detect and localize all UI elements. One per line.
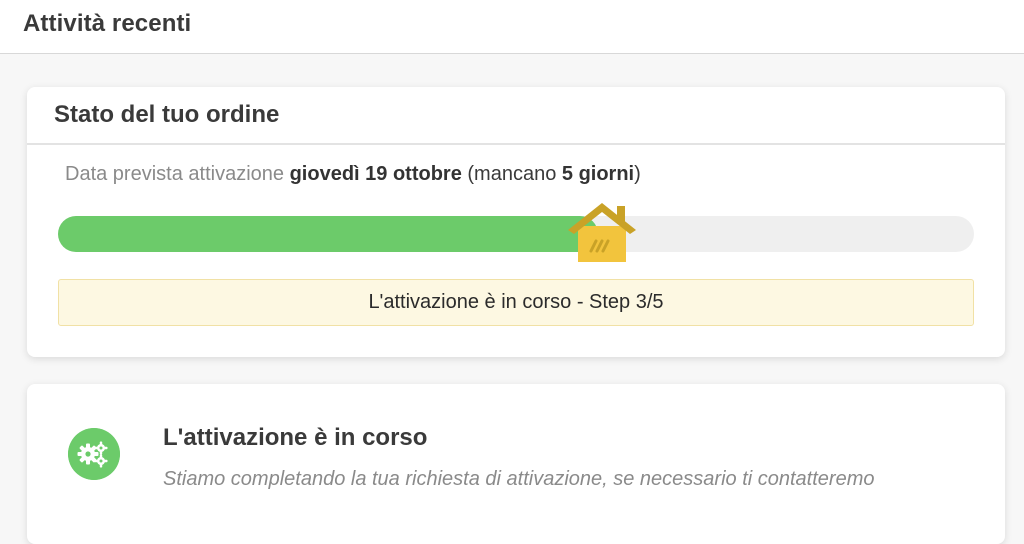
activity-title: L'attivazione è in corso [163, 424, 428, 451]
remaining-close: ) [634, 163, 641, 185]
house-icon [568, 203, 636, 262]
page-title: Attività recenti [23, 10, 192, 37]
gears-icon [68, 428, 120, 480]
activity-card: L'attivazione è in corso Stiamo completa… [27, 384, 1005, 544]
progress-bar [58, 216, 974, 252]
progress-fill [58, 216, 598, 252]
order-status-card: Stato del tuo ordine Data prevista attiv… [27, 87, 1005, 357]
page-header: Attività recenti [0, 0, 1024, 54]
remaining-days: 5 giorni [561, 163, 635, 185]
activation-label: Data prevista attivazione [65, 163, 285, 185]
order-status-header: Stato del tuo ordine [27, 87, 1005, 145]
activity-description: Stiamo completando la tua richiesta di a… [163, 468, 875, 490]
step-status-box: L'attivazione è in corso - Step 3/5 [58, 279, 974, 326]
order-status-title: Stato del tuo ordine [54, 101, 280, 128]
activation-date: giovedì 19 ottobre [289, 163, 462, 185]
remaining-open: (mancano [467, 163, 557, 185]
activation-date-line: Data prevista attivazione giovedì 19 ott… [65, 163, 641, 186]
